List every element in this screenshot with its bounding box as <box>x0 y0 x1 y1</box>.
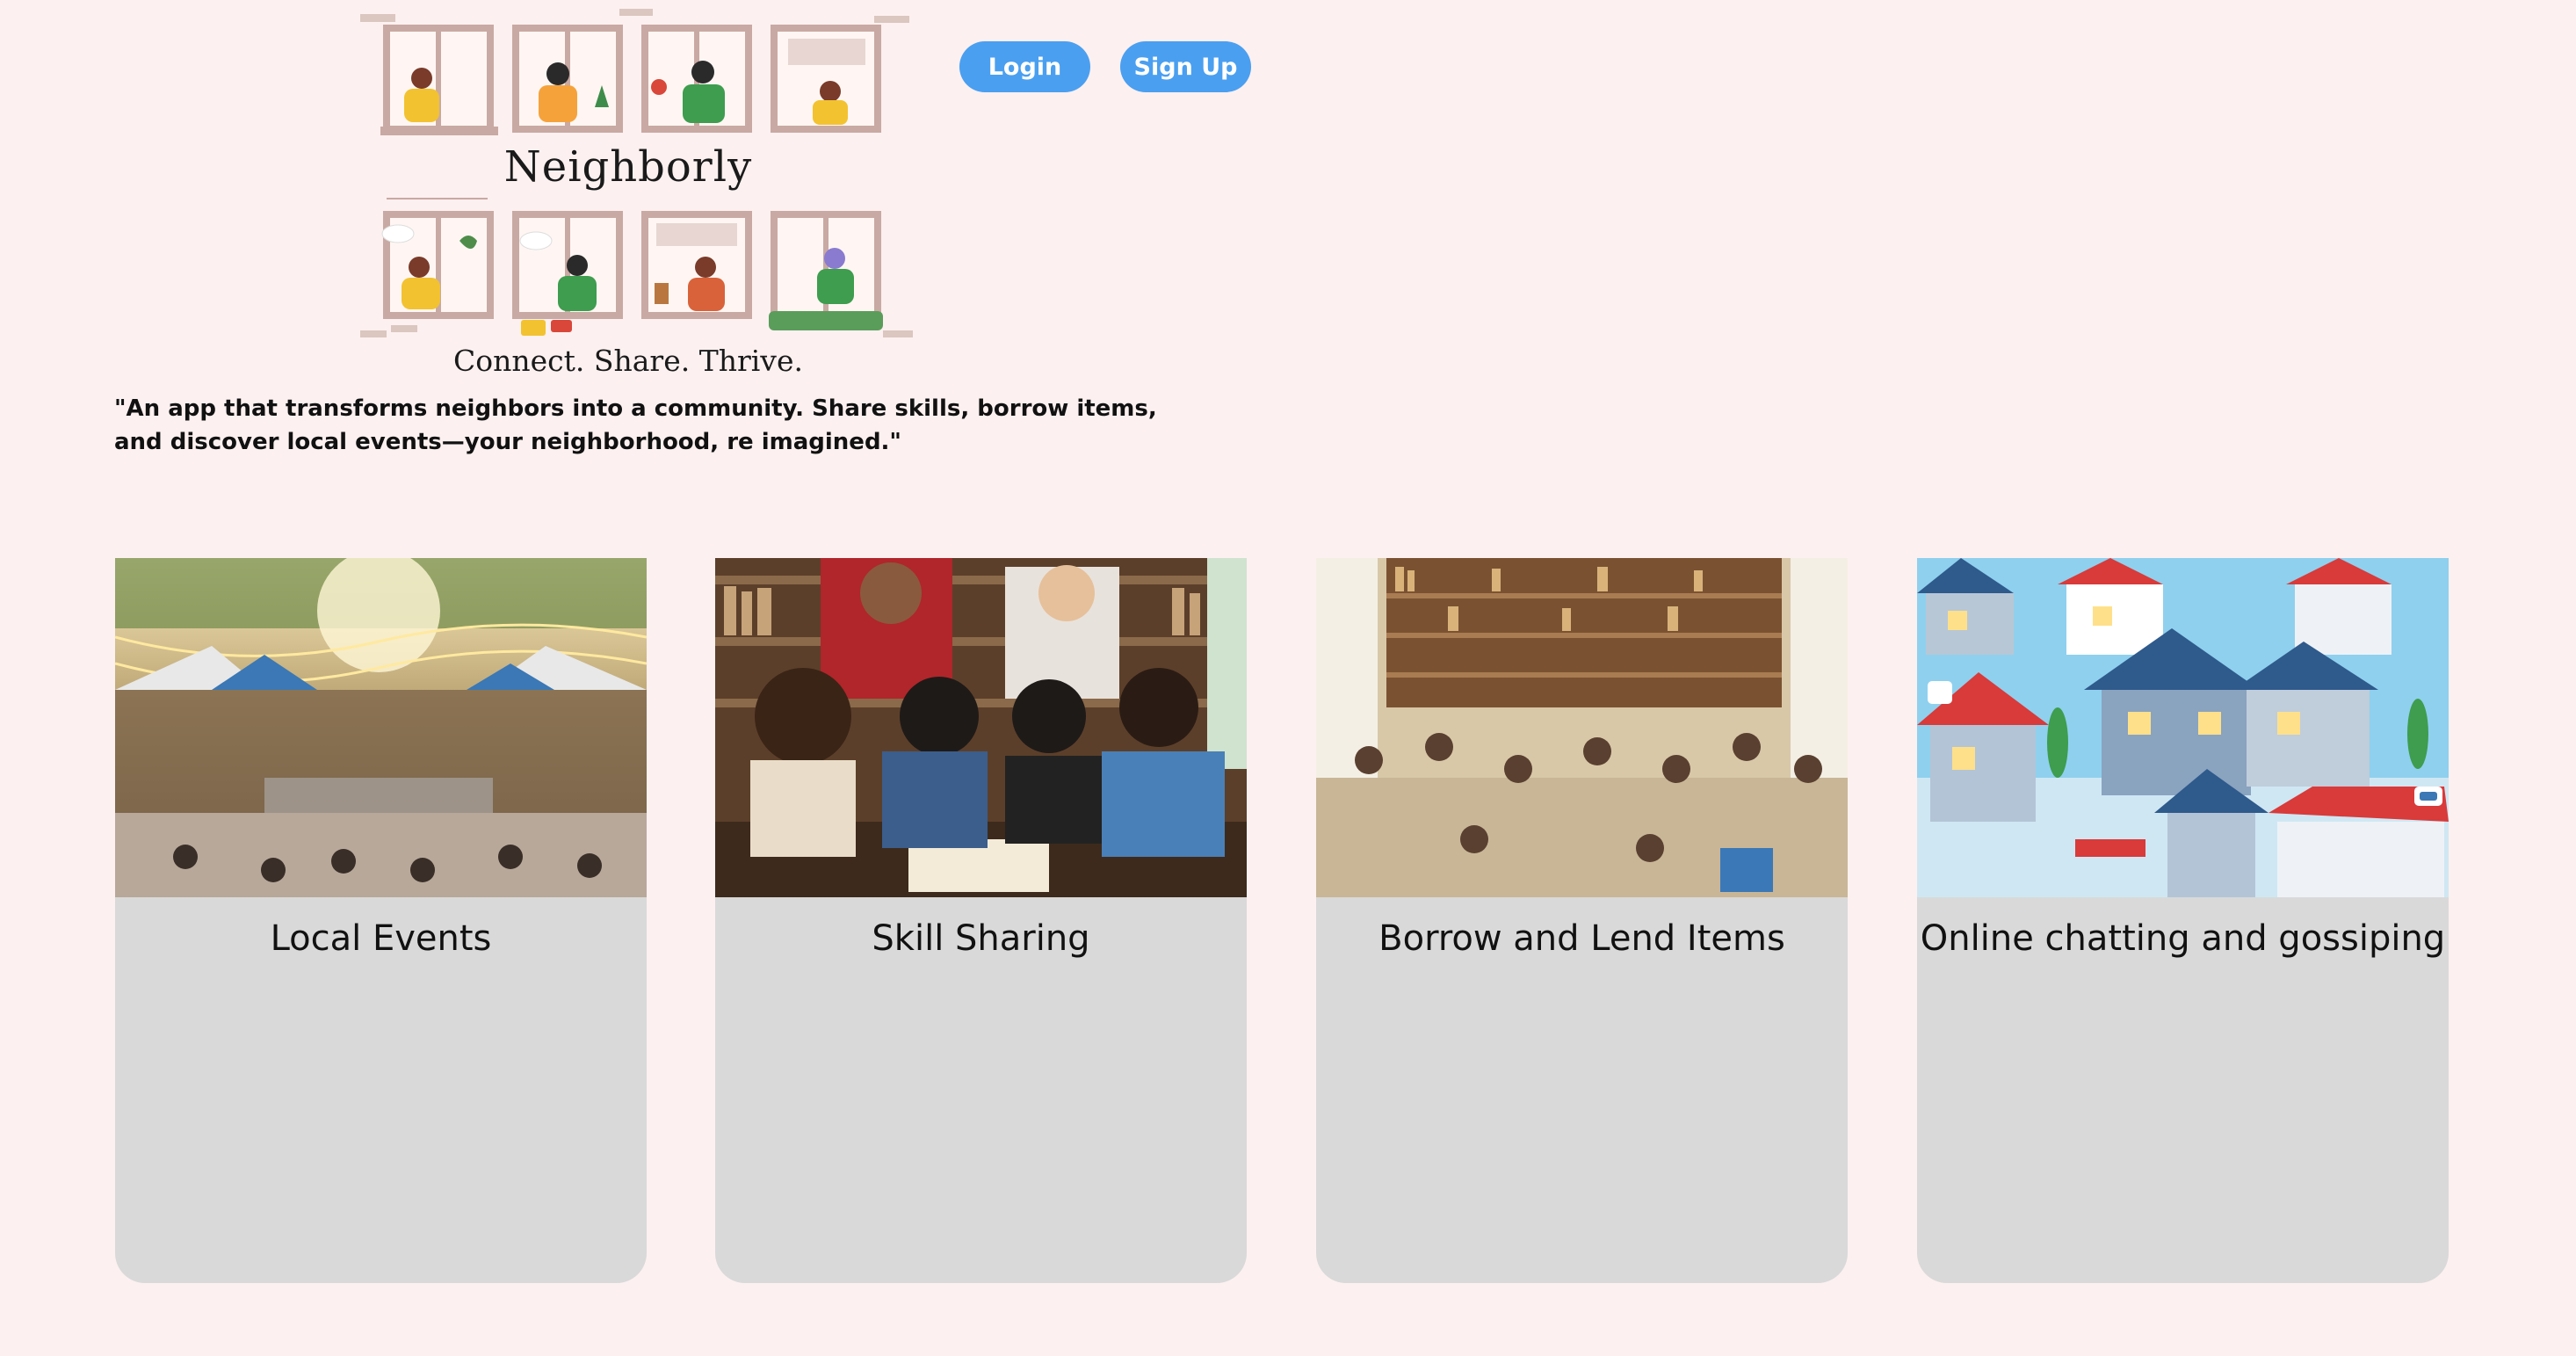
intro-quote: "An app that transforms neighbors into a… <box>114 395 1157 455</box>
feature-card-local-events[interactable]: Local Events <box>115 558 647 1283</box>
feature-title: Online chatting and gossiping <box>1920 918 2446 959</box>
outdoor-event-crowd-image <box>115 558 647 897</box>
feature-card-online-chatting[interactable]: Online chatting and gossiping <box>1917 558 2449 1283</box>
feature-title: Skill Sharing <box>872 918 1090 959</box>
neighborhood-houses-illustration <box>1917 558 2449 897</box>
community-library-image <box>1316 558 1848 897</box>
logo-windows-illustration <box>360 9 913 337</box>
brand-logo: Neighborly Connect. Share. Thrive. <box>356 4 918 381</box>
login-button[interactable]: Login <box>959 41 1090 92</box>
feature-title: Borrow and Lend Items <box>1378 918 1785 959</box>
feature-card-skill-sharing[interactable]: Skill Sharing <box>715 558 1247 1283</box>
feature-card-borrow-lend[interactable]: Borrow and Lend Items <box>1316 558 1848 1283</box>
group-study-table-image <box>715 558 1247 897</box>
sign-up-button[interactable]: Sign Up <box>1120 41 1251 92</box>
brand-tagline: Connect. Share. Thrive. <box>453 344 803 378</box>
brand-name: Neighborly <box>503 142 753 192</box>
feature-title: Local Events <box>270 918 492 959</box>
